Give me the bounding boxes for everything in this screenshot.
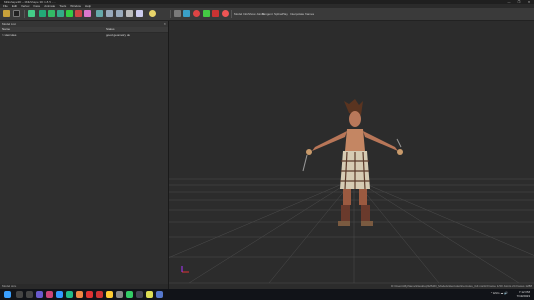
vertex-icon[interactable] bbox=[183, 10, 190, 17]
app-icon-4[interactable] bbox=[76, 291, 83, 298]
loop-icon[interactable] bbox=[222, 10, 229, 17]
ik-icon[interactable] bbox=[149, 10, 156, 17]
play-button[interactable]: Play bbox=[282, 12, 288, 16]
column-status[interactable]: Status bbox=[106, 27, 115, 32]
app-icon-3[interactable] bbox=[66, 291, 73, 298]
app-icon-5[interactable] bbox=[86, 291, 93, 298]
task-view-icon[interactable] bbox=[26, 291, 33, 298]
clock-date[interactable]: 7/19/2023 bbox=[517, 294, 530, 298]
browser-icon[interactable] bbox=[56, 291, 63, 298]
model-info-button[interactable]: Model Info bbox=[234, 12, 248, 16]
app-icon-8[interactable] bbox=[126, 291, 133, 298]
windows-taskbar: ^ ENG ☁ 🔊 7:12 PM 7/19/2023 bbox=[0, 289, 534, 300]
viewport-status: D:\Users\MyName\Desktop\MS3D_Models\Herc… bbox=[391, 284, 532, 288]
viewport-scene bbox=[169, 99, 534, 284]
app-icon-7[interactable] bbox=[116, 291, 123, 298]
keyframe-icon[interactable] bbox=[136, 10, 143, 17]
floor-grid bbox=[169, 178, 534, 284]
model-list-panel: Model List ✕ Name Status > Hercules good… bbox=[0, 21, 169, 289]
hercules-model[interactable] bbox=[302, 99, 403, 226]
3d-viewport[interactable]: D:\Users\MyName\Desktop\MS3D_Models\Herc… bbox=[169, 21, 534, 289]
axis-gizmo bbox=[181, 266, 189, 273]
panel-title: Model List bbox=[2, 22, 16, 26]
sphere-icon[interactable] bbox=[48, 10, 55, 17]
record-icon[interactable] bbox=[193, 10, 200, 17]
app-icon-9[interactable] bbox=[136, 291, 143, 298]
milkshape-taskbar-icon[interactable] bbox=[156, 291, 163, 298]
app-icon-6[interactable] bbox=[96, 291, 103, 298]
tangent-button[interactable]: Tangent bbox=[262, 12, 273, 16]
tree-row[interactable]: > Hercules good geometry ok bbox=[0, 33, 168, 38]
app-icon-2[interactable] bbox=[46, 291, 53, 298]
column-name[interactable]: Name bbox=[2, 27, 10, 32]
grid-icon[interactable] bbox=[126, 10, 133, 17]
box-icon[interactable] bbox=[39, 10, 46, 17]
row-name: > Hercules bbox=[2, 33, 17, 37]
stop-icon[interactable] bbox=[212, 10, 219, 17]
tray-icons[interactable]: ^ ENG ☁ 🔊 bbox=[491, 291, 508, 295]
row-status: good geometry ok bbox=[106, 33, 131, 37]
cursor-icon[interactable] bbox=[75, 10, 82, 17]
light-icon[interactable] bbox=[106, 10, 113, 17]
folder-taskbar-icon[interactable] bbox=[106, 291, 113, 298]
scale-icon[interactable] bbox=[84, 10, 91, 17]
move-icon[interactable] bbox=[28, 10, 35, 17]
start-icon[interactable] bbox=[4, 291, 11, 298]
rotate-icon[interactable] bbox=[96, 10, 103, 17]
joint-icon[interactable] bbox=[57, 10, 64, 17]
search-icon[interactable] bbox=[16, 291, 23, 298]
interpolate-button[interactable]: Interpolate frames bbox=[290, 12, 314, 16]
folder-icon[interactable] bbox=[3, 10, 10, 17]
camera-icon[interactable] bbox=[116, 10, 123, 17]
toolbar: Model Info Show Joints Tangent Spline Pl… bbox=[0, 8, 534, 21]
material-icon[interactable] bbox=[66, 10, 73, 17]
system-tray: ^ ENG ☁ 🔊 7:12 PM 7/19/2023 bbox=[491, 290, 530, 298]
app-icon-1[interactable] bbox=[36, 291, 43, 298]
play-icon[interactable] bbox=[203, 10, 210, 17]
save-icon[interactable] bbox=[13, 10, 20, 17]
select-icon[interactable] bbox=[174, 10, 181, 17]
app-icon-10[interactable] bbox=[146, 291, 153, 298]
